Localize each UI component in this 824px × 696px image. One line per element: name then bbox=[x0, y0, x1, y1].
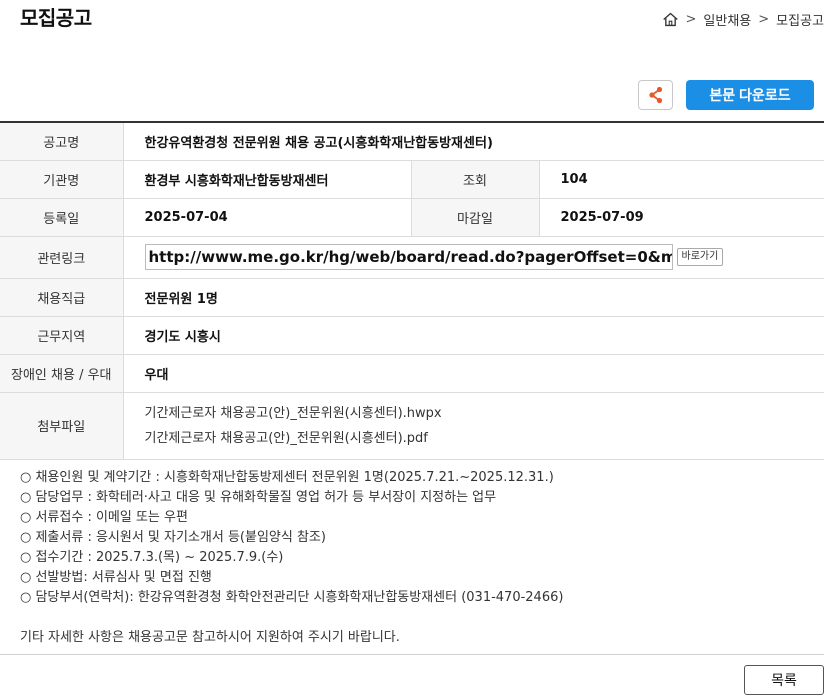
region-value: 경기도 시흥시 bbox=[123, 316, 824, 355]
home-icon[interactable] bbox=[662, 11, 679, 28]
disabled-hiring-value: 우대 bbox=[123, 354, 824, 393]
region-label: 근무지역 bbox=[0, 316, 124, 355]
footer-note: 기타 자세한 사항은 채용공고문 참고하시어 지원하여 주시기 바랍니다. bbox=[20, 630, 400, 645]
table-row: 등록일 2025-07-04 마감일 2025-07-09 bbox=[0, 198, 824, 237]
share-icon bbox=[648, 86, 662, 104]
table-row: 기관명 환경부 시흥화학재난합동방재센터 조회 104 bbox=[0, 160, 824, 199]
title-value: 한강유역환경청 전문위원 채용 공고(시흥화학재난합동방재센터) bbox=[123, 122, 824, 161]
download-button[interactable]: 본문 다운로드 bbox=[686, 80, 814, 110]
related-link-field[interactable]: http://www.me.go.kr/hg/web/board/read.do… bbox=[144, 244, 673, 270]
body-line: ○ 접수기간 : 2025.7.3.(목) ~ 2025.7.9.(수) bbox=[20, 550, 284, 565]
attachment-link-pdf[interactable]: 기간제근로자 채용공고(안)_전문위원(시흥센터).pdf bbox=[145, 426, 824, 451]
disabled-hiring-label: 장애인 채용 / 우대 bbox=[0, 354, 124, 393]
link-label: 관련링크 bbox=[0, 236, 124, 279]
share-button[interactable] bbox=[638, 80, 673, 110]
body-line: ○ 채용인원 및 계약기간 : 시흥화학재난합동방제센터 전문위원 1명(202… bbox=[20, 470, 554, 485]
body-line: ○ 선발방법: 서류심사 및 면접 진행 bbox=[20, 570, 212, 585]
body-line: ○ 제출서류 : 응시원서 및 자기소개서 등(붙임양식 참조) bbox=[20, 530, 326, 545]
body-line: ○ 담당업무 : 화학테러·사고 대응 및 유해화학물질 영업 허가 등 부서장… bbox=[20, 490, 497, 505]
deadline-label: 마감일 bbox=[410, 198, 540, 237]
job-value: 전문위원 1명 bbox=[123, 278, 824, 317]
page-title: 모집공고 bbox=[20, 6, 92, 30]
notice-info-table: 공고명 한강유역환경청 전문위원 채용 공고(시흥화학재난합동방재센터) 기관명… bbox=[0, 121, 824, 460]
breadcrumb-separator: > bbox=[685, 12, 697, 27]
attachments-label: 첨부파일 bbox=[0, 392, 124, 460]
breadcrumb-item-general-hiring[interactable]: 일반채용 bbox=[703, 10, 751, 29]
table-row: 채용직급 전문위원 1명 bbox=[0, 278, 824, 317]
link-cell: http://www.me.go.kr/hg/web/board/read.do… bbox=[123, 236, 824, 279]
list-button[interactable]: 목록 bbox=[744, 665, 824, 695]
reg-date-label: 등록일 bbox=[0, 198, 124, 237]
deadline-value: 2025-07-09 bbox=[539, 198, 824, 237]
go-link-button[interactable]: 바로가기 bbox=[676, 248, 724, 266]
table-row: 첨부파일 기간제근로자 채용공고(안)_전문위원(시흥센터).hwpx 기간제근… bbox=[0, 392, 824, 460]
org-value: 환경부 시흥화학재난합동방재센터 bbox=[123, 160, 411, 199]
table-row: 관련링크 http://www.me.go.kr/hg/web/board/re… bbox=[0, 236, 824, 279]
body-line: ○ 서류접수 : 이메일 또는 우편 bbox=[20, 510, 188, 525]
breadcrumb: > 일반채용 > 모집공고 bbox=[662, 10, 824, 29]
title-label: 공고명 bbox=[0, 122, 124, 161]
table-row: 공고명 한강유역환경청 전문위원 채용 공고(시흥화학재난합동방재센터) bbox=[0, 122, 824, 161]
breadcrumb-separator: > bbox=[758, 12, 770, 27]
org-label: 기관명 bbox=[0, 160, 124, 199]
attachments-cell: 기간제근로자 채용공고(안)_전문위원(시흥센터).hwpx 기간제근로자 채용… bbox=[123, 392, 824, 460]
notice-body: ○ 채용인원 및 계약기간 : 시흥화학재난합동방제센터 전문위원 1명(202… bbox=[20, 468, 563, 648]
views-label: 조회 bbox=[410, 160, 540, 199]
attachment-link-hwpx[interactable]: 기간제근로자 채용공고(안)_전문위원(시흥센터).hwpx bbox=[145, 401, 824, 426]
table-row: 근무지역 경기도 시흥시 bbox=[0, 316, 824, 355]
views-value: 104 bbox=[539, 160, 824, 199]
divider bbox=[0, 654, 824, 655]
body-line: ○ 담당부서(연락처): 한강유역환경청 화학안전관리단 시흥화학재난합동방재센… bbox=[20, 590, 564, 605]
job-label: 채용직급 bbox=[0, 278, 124, 317]
breadcrumb-item-recruitment-notice[interactable]: 모집공고 bbox=[776, 10, 824, 29]
reg-date-value: 2025-07-04 bbox=[123, 198, 411, 237]
table-row: 장애인 채용 / 우대 우대 bbox=[0, 354, 824, 393]
